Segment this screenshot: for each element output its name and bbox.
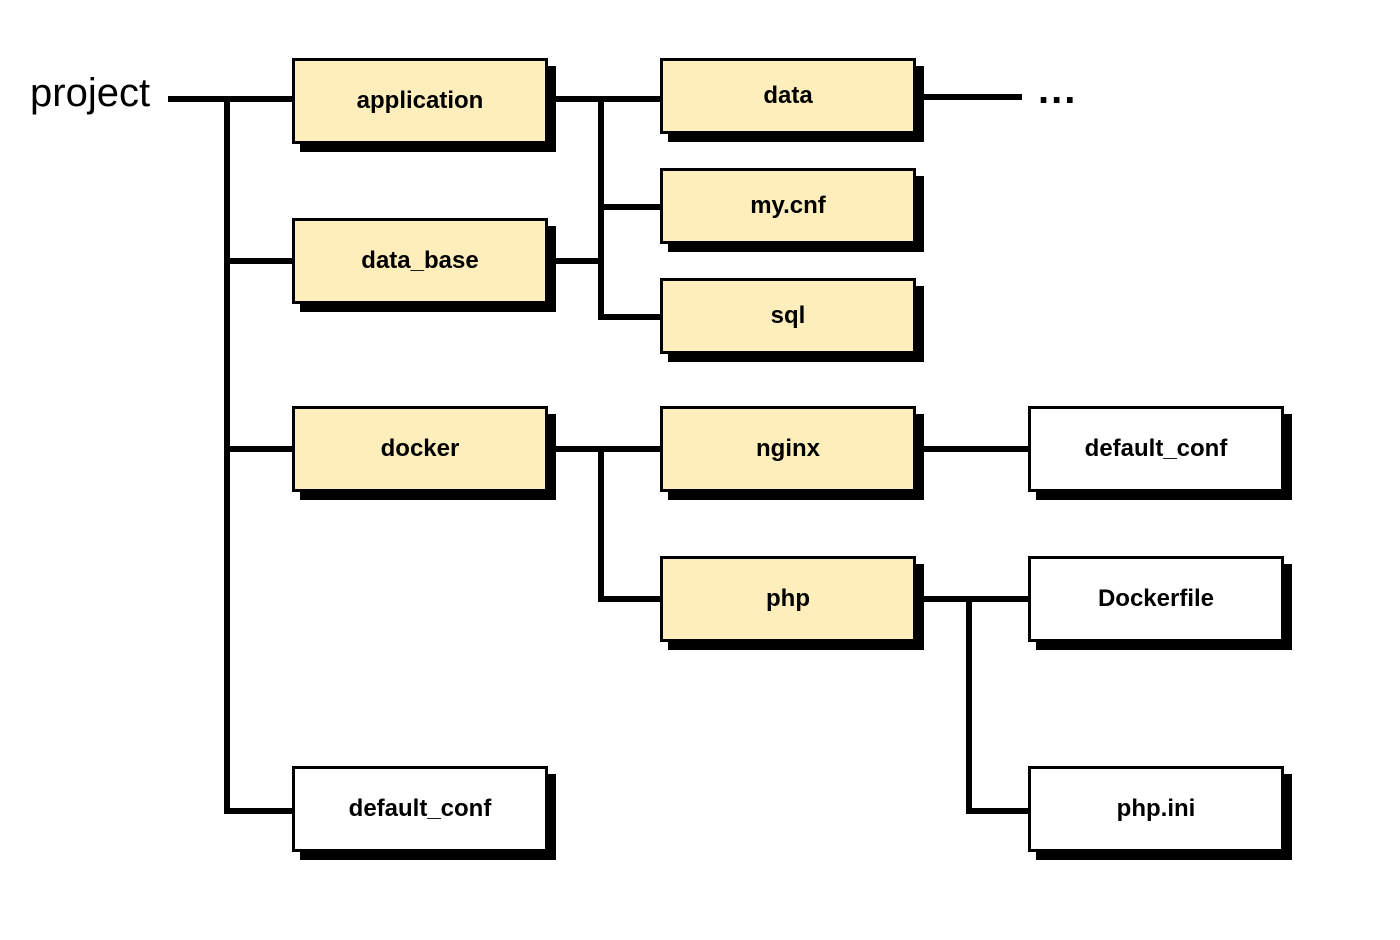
edge-root-trunk <box>224 96 230 814</box>
edge-application-right <box>548 96 604 102</box>
node-php-label: php <box>766 585 810 613</box>
node-data: data <box>660 58 916 134</box>
edge-root-stub <box>168 96 230 102</box>
edge-to-mycnf <box>598 204 660 210</box>
node-database-label: data_base <box>361 247 478 275</box>
edge-to-phpini <box>966 808 1028 814</box>
edge-to-nginx <box>598 446 660 452</box>
node-application: application <box>292 58 548 144</box>
node-mycnf-label: my.cnf <box>750 192 826 220</box>
edge-php-right <box>916 596 972 602</box>
node-dockerfile: Dockerfile <box>1028 556 1284 642</box>
node-application-label: application <box>357 87 484 115</box>
node-docker: docker <box>292 406 548 492</box>
node-nginx: nginx <box>660 406 916 492</box>
node-default-conf-root-label: default_conf <box>349 795 492 823</box>
node-default-conf-nginx-label: default_conf <box>1085 435 1228 463</box>
node-default-conf-nginx: default_conf <box>1028 406 1284 492</box>
node-data-label: data <box>763 82 812 110</box>
edge-to-docker <box>224 446 292 452</box>
edge-to-data <box>598 96 660 102</box>
edge-to-php <box>598 596 660 602</box>
edge-database-right <box>548 258 604 264</box>
node-sql-label: sql <box>771 302 806 330</box>
edge-docker-right <box>548 446 604 452</box>
edge-php-bus <box>966 596 972 814</box>
node-php: php <box>660 556 916 642</box>
node-phpini-label: php.ini <box>1117 795 1196 823</box>
ellipsis-icon: ... <box>1038 68 1077 113</box>
node-docker-label: docker <box>381 435 460 463</box>
edge-nginx-right <box>916 446 1028 452</box>
node-dockerfile-label: Dockerfile <box>1098 585 1214 613</box>
node-mycnf: my.cnf <box>660 168 916 244</box>
edge-to-sql <box>598 314 660 320</box>
edge-to-dockerfile <box>966 596 1028 602</box>
edge-data-right <box>916 94 1022 100</box>
node-default-conf-root: default_conf <box>292 766 548 852</box>
edge-docker-bus <box>598 446 604 602</box>
edge-to-default-conf-root <box>224 808 292 814</box>
node-database: data_base <box>292 218 548 304</box>
edge-to-application <box>224 96 292 102</box>
root-label: project <box>30 68 190 118</box>
node-sql: sql <box>660 278 916 354</box>
node-phpini: php.ini <box>1028 766 1284 852</box>
diagram-stage: project application data_base docker def… <box>0 0 1400 940</box>
node-nginx-label: nginx <box>756 435 820 463</box>
edge-to-database <box>224 258 292 264</box>
